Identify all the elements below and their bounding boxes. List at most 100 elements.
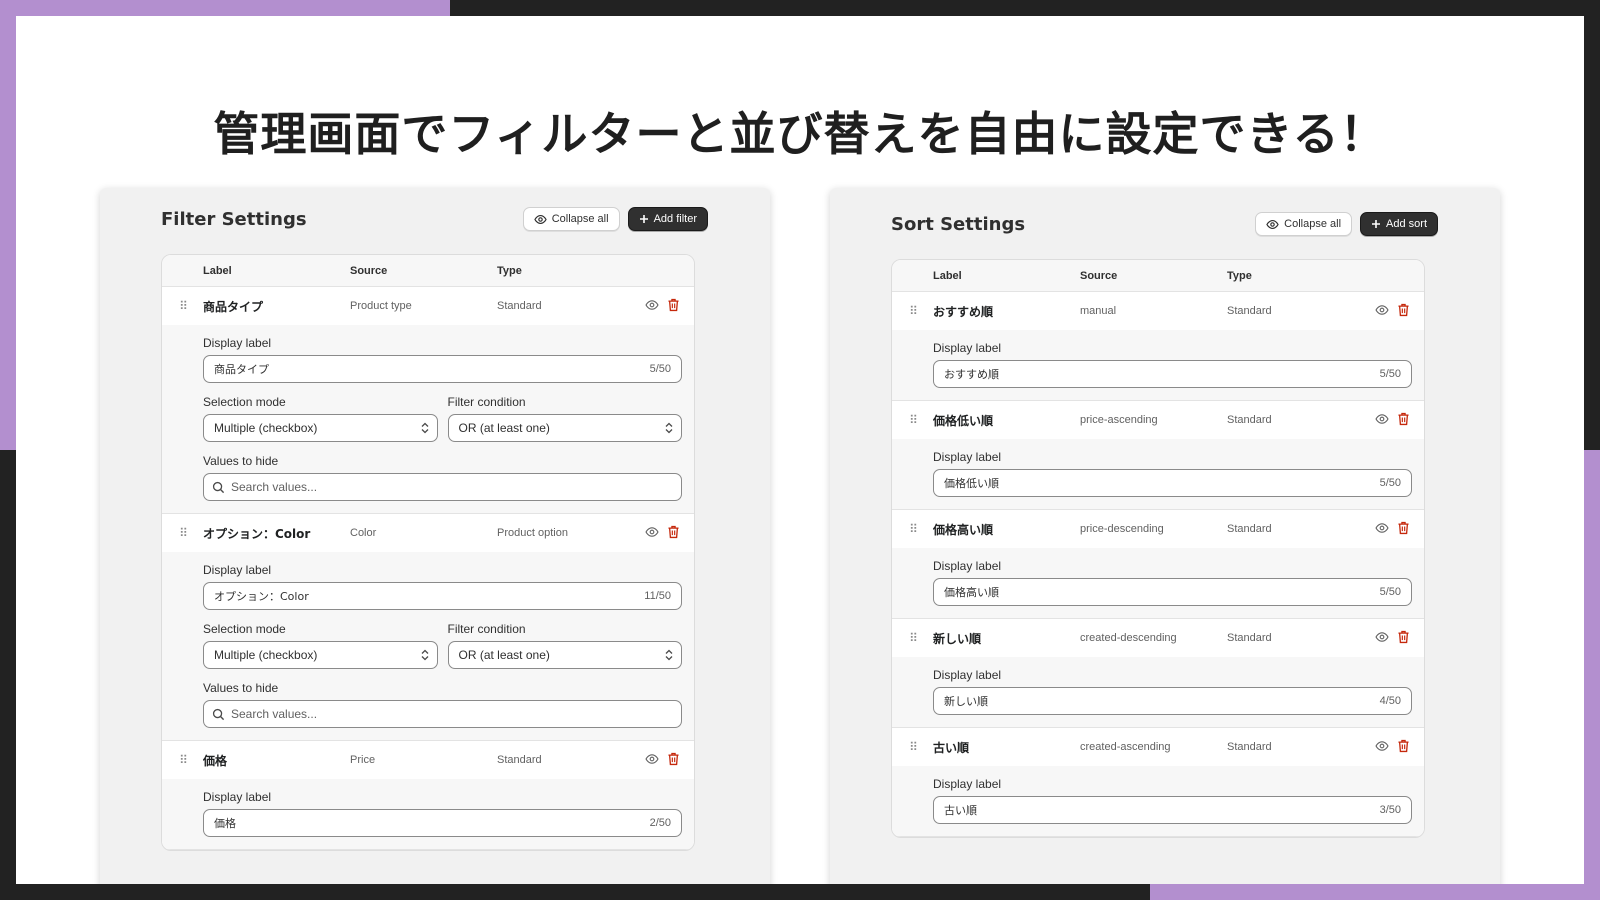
trash-icon[interactable]	[667, 298, 680, 312]
filter-label: オプション：Color	[203, 526, 311, 541]
trash-icon[interactable]	[1397, 303, 1410, 317]
drag-handle-icon[interactable]: ⠿	[162, 526, 203, 540]
sort-row[interactable]: ⠿ 価格低い順 price-ascending Standard	[892, 401, 1424, 439]
eye-icon[interactable]	[1375, 303, 1389, 317]
display-label-input[interactable]: 価格 2/50	[203, 809, 682, 837]
character-counter: 4/50	[1379, 695, 1401, 707]
filter-row[interactable]: ⠿ 商品タイプ Product type Standard	[162, 287, 694, 325]
table-header: Label Source Type	[162, 255, 694, 287]
display-label-caption: Display label	[933, 559, 1002, 573]
sort-source: price-descending	[1080, 523, 1164, 535]
filter-source: Product type	[350, 300, 412, 312]
sort-label: 価格高い順	[933, 522, 994, 537]
filter-condition-select[interactable]: OR (at least one)	[447, 641, 682, 669]
sort-row[interactable]: ⠿ おすすめ順 manual Standard	[892, 292, 1424, 330]
drag-handle-icon[interactable]: ⠿	[892, 522, 933, 536]
filter-settings-title: Filter Settings	[161, 208, 307, 230]
filter-row[interactable]: ⠿ 価格 Price Standard	[162, 741, 694, 779]
filter-row[interactable]: ⠿ オプション：Color Color Product option	[162, 514, 694, 552]
eye-icon[interactable]	[1375, 630, 1389, 644]
drag-handle-icon[interactable]: ⠿	[892, 304, 933, 318]
plus-icon	[1371, 219, 1381, 229]
sort-source: price-ascending	[1080, 414, 1158, 426]
sort-details: Display label 価格低い順 5/50	[892, 439, 1424, 510]
eye-icon[interactable]	[645, 752, 659, 766]
filter-condition-caption: Filter condition	[447, 622, 526, 636]
filter-details: Display label 価格 2/50	[162, 779, 694, 850]
sort-label: 古い順	[933, 740, 970, 755]
collapse-all-button[interactable]: Collapse all	[1255, 212, 1353, 236]
search-values-input[interactable]	[231, 707, 631, 721]
display-label-input[interactable]: 商品タイプ 5/50	[203, 355, 682, 383]
eye-icon[interactable]	[645, 525, 659, 539]
character-counter: 5/50	[1379, 368, 1401, 380]
sort-row[interactable]: ⠿ 価格高い順 price-descending Standard	[892, 510, 1424, 548]
collapse-all-label: Collapse all	[551, 213, 609, 225]
filter-label: 商品タイプ	[203, 299, 264, 314]
eye-icon	[1266, 218, 1279, 231]
column-source: Source	[1080, 269, 1118, 282]
drag-handle-icon[interactable]: ⠿	[162, 753, 203, 767]
eye-icon	[534, 213, 547, 226]
select-chevron-icon	[421, 422, 429, 434]
character-counter: 5/50	[1379, 586, 1401, 598]
character-counter: 11/50	[644, 590, 671, 602]
table-header: Label Source Type	[892, 260, 1424, 292]
character-counter: 3/50	[1379, 804, 1401, 816]
sort-settings-title: Sort Settings	[891, 213, 1026, 235]
sort-settings-header: Sort Settings Collapse all Add sort	[891, 212, 1438, 236]
filter-settings-panel: Filter Settings Collapse all Add filter …	[100, 188, 770, 884]
eye-icon[interactable]	[1375, 412, 1389, 426]
search-values-input[interactable]	[231, 480, 631, 494]
drag-handle-icon[interactable]: ⠿	[892, 631, 933, 645]
eye-icon[interactable]	[1375, 521, 1389, 535]
collapse-all-button[interactable]: Collapse all	[522, 207, 620, 231]
display-label-input[interactable]: おすすめ順 5/50	[933, 360, 1412, 388]
column-type: Type	[1227, 269, 1252, 282]
sort-row[interactable]: ⠿ 新しい順 created-descending Standard	[892, 619, 1424, 657]
add-filter-button[interactable]: Add filter	[627, 207, 708, 231]
add-sort-button[interactable]: Add sort	[1360, 212, 1438, 236]
select-chevron-icon	[665, 422, 673, 434]
drag-handle-icon[interactable]: ⠿	[892, 740, 933, 754]
values-search-field[interactable]	[203, 473, 682, 501]
trash-icon[interactable]	[1397, 630, 1410, 644]
display-label-caption: Display label	[203, 790, 272, 804]
trash-icon[interactable]	[1397, 521, 1410, 535]
headline: 管理画面でフィルターと並び替えを自由に設定できる！	[213, 107, 1387, 161]
selection-mode-select[interactable]: Multiple (checkbox)	[203, 641, 438, 669]
filter-details: Display label オプション：Color 11/50 Selectio…	[162, 552, 694, 741]
filter-label: 価格	[203, 753, 228, 768]
display-label-input[interactable]: 古い順 3/50	[933, 796, 1412, 824]
selection-mode-caption: Selection mode	[203, 395, 286, 409]
display-label-input[interactable]: 価格高い順 5/50	[933, 578, 1412, 606]
eye-icon[interactable]	[645, 298, 659, 312]
filter-details: Display label 商品タイプ 5/50 Selection mode …	[162, 325, 694, 514]
filter-condition-select[interactable]: OR (at least one)	[447, 414, 682, 442]
sort-row[interactable]: ⠿ 古い順 created-ascending Standard	[892, 728, 1424, 766]
display-label-input[interactable]: 価格低い順 5/50	[933, 469, 1412, 497]
eye-icon[interactable]	[1375, 739, 1389, 753]
plus-icon	[639, 214, 649, 224]
drag-handle-icon[interactable]: ⠿	[892, 413, 933, 427]
trash-icon[interactable]	[667, 752, 680, 766]
display-label-input[interactable]: オプション：Color 11/50	[203, 582, 682, 610]
sort-source: created-descending	[1080, 632, 1177, 644]
selection-mode-select[interactable]: Multiple (checkbox)	[203, 414, 438, 442]
trash-icon[interactable]	[1397, 412, 1410, 426]
column-label: Label	[933, 269, 962, 282]
filter-source: Color	[350, 527, 377, 539]
column-type: Type	[497, 264, 522, 277]
values-search-field[interactable]	[203, 700, 682, 728]
display-label-caption: Display label	[933, 668, 1002, 682]
trash-icon[interactable]	[1397, 739, 1410, 753]
display-label-input[interactable]: 新しい順 4/50	[933, 687, 1412, 715]
sort-source: manual	[1080, 305, 1117, 317]
column-label: Label	[203, 264, 232, 277]
column-source: Source	[350, 264, 388, 277]
sort-details: Display label おすすめ順 5/50	[892, 330, 1424, 401]
sort-list-card: Label Source Type ⠿ おすすめ順 manual Standar…	[891, 259, 1425, 838]
slide: 管理画面でフィルターと並び替えを自由に設定できる！ Filter Setting…	[16, 16, 1584, 884]
trash-icon[interactable]	[667, 525, 680, 539]
drag-handle-icon[interactable]: ⠿	[162, 299, 203, 313]
